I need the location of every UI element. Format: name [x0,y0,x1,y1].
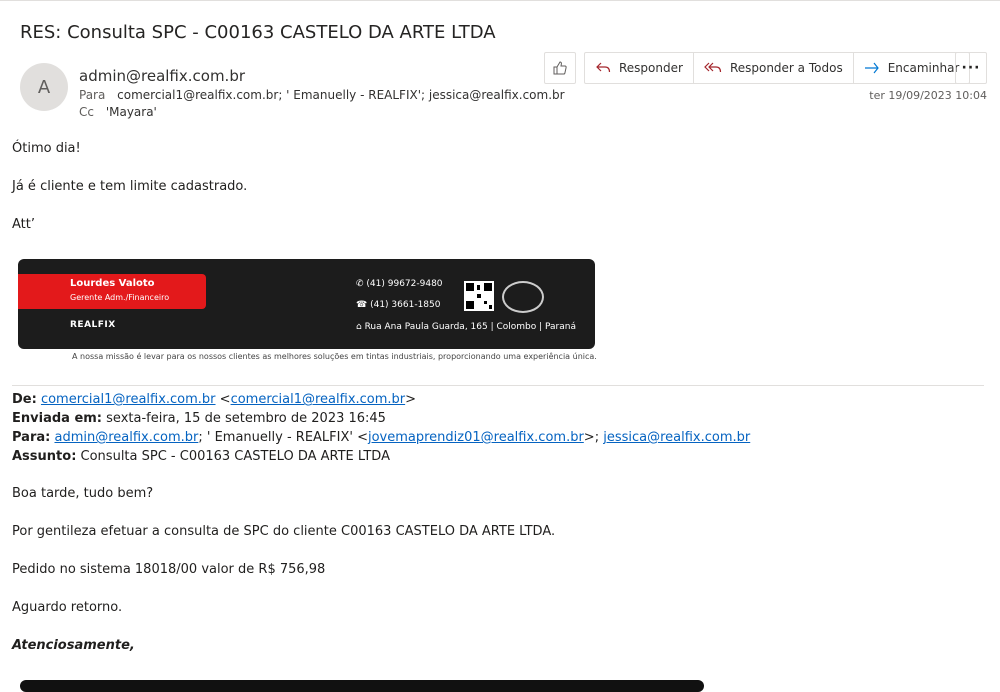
cc-recipients[interactable]: 'Mayara' [106,105,157,119]
cc-label: Cc [79,105,94,119]
phone1: (41) 99672-9480 [366,279,443,289]
thumbs-up-icon [553,61,567,75]
quoted-body-line: Por gentileza efetuar a consulta de SPC … [12,524,556,539]
to-email-link-3[interactable]: jessica@realfix.com.br [603,430,750,445]
certification-seal-icon [502,281,544,313]
to-line: Para comercial1@realfix.com.br; ' Emanue… [79,88,565,102]
from-email-link[interactable]: comercial1@realfix.com.br [41,392,216,407]
sent-label: Enviada em: [12,411,103,426]
body-line: Ótimo dia! [12,141,81,156]
quoted-sent: Enviada em: sexta-feira, 15 de setembro … [12,411,386,426]
quoted-body-line: Boa tarde, tudo bem? [12,486,154,501]
body-line: Já é cliente e tem limite cadastrado. [12,179,248,194]
reply-all-icon [704,62,722,73]
signature-banner: Lourdes Valoto Gerente Adm./Financeiro R… [18,259,595,349]
reply-all-label: Responder a Todos [729,61,843,75]
quoted-body-line: Pedido no sistema 18018/00 valor de R$ 7… [12,562,326,577]
quoted-subject: Assunto: Consulta SPC - C00163 CASTELO D… [12,449,390,464]
reply-button[interactable]: Responder [585,53,694,83]
subject-value: Consulta SPC - C00163 CASTELO DA ARTE LT… [80,449,390,464]
to-separator-2: >; [583,430,604,445]
closing-text: Atenciosamente, [12,638,135,653]
top-border [0,0,1000,5]
more-actions-button[interactable]: ··· [955,52,987,84]
received-date: ter 19/09/2023 10:04 [869,89,987,102]
forward-icon [864,62,879,74]
quote-divider [12,385,984,386]
sender-email[interactable]: admin@realfix.com.br [79,67,245,85]
signature-mission: A nossa missão é levar para os nossos cl… [72,352,597,361]
to-recipients[interactable]: comercial1@realfix.com.br; ' Emanuelly -… [117,88,564,102]
action-bar: Responder Responder a Todos Encaminhar [584,52,971,84]
body-line: Att’ [12,217,35,232]
signature-address: ⌂ Rua Ana Paula Guarda, 165 | Colombo | … [356,322,576,332]
quoted-to: Para: admin@realfix.com.br; ' Emanuelly … [12,430,750,445]
signature-role: Gerente Adm./Financeiro [70,293,170,302]
signature-image-partial [20,680,704,692]
address: Rua Ana Paula Guarda, 165 | Colombo | Pa… [364,322,576,332]
from-email-link-2[interactable]: comercial1@realfix.com.br [231,392,406,407]
forward-label: Encaminhar [887,61,960,75]
quoted-from: De: comercial1@realfix.com.br <comercial… [12,392,417,407]
signature-name: Lourdes Valoto [70,278,155,289]
subject-label: Assunto: [12,449,77,464]
to-label: Para [79,88,106,102]
to-label-quoted: Para: [12,430,51,445]
phone2: (41) 3661-1850 [370,300,441,310]
to-email-link-2[interactable]: jovemaprendiz01@realfix.com.br [368,430,584,445]
avatar[interactable]: A [20,63,68,111]
forward-button[interactable]: Encaminhar [854,53,970,83]
from-label: De: [12,392,37,407]
to-separator: ; ' Emanuelly - REALFIX' < [198,430,368,445]
reply-icon [596,62,611,73]
quoted-body-line: Aguardo retorno. [12,600,123,615]
signature-phone-mobile: ✆ (41) 99672-9480 [356,279,443,289]
to-email-link-1[interactable]: admin@realfix.com.br [54,430,198,445]
qr-code-icon [464,281,494,311]
signature-phone-landline: ☎ (41) 3661-1850 [356,300,441,310]
email-subject: RES: Consulta SPC - C00163 CASTELO DA AR… [20,22,496,43]
sent-value: sexta-feira, 15 de setembro de 2023 16:4… [106,411,386,426]
like-button[interactable] [544,52,576,84]
cc-line: Cc 'Mayara' [79,105,157,119]
reply-all-button[interactable]: Responder a Todos [694,53,854,83]
reply-label: Responder [619,61,683,75]
realfix-logo: REALFIX [70,320,116,330]
